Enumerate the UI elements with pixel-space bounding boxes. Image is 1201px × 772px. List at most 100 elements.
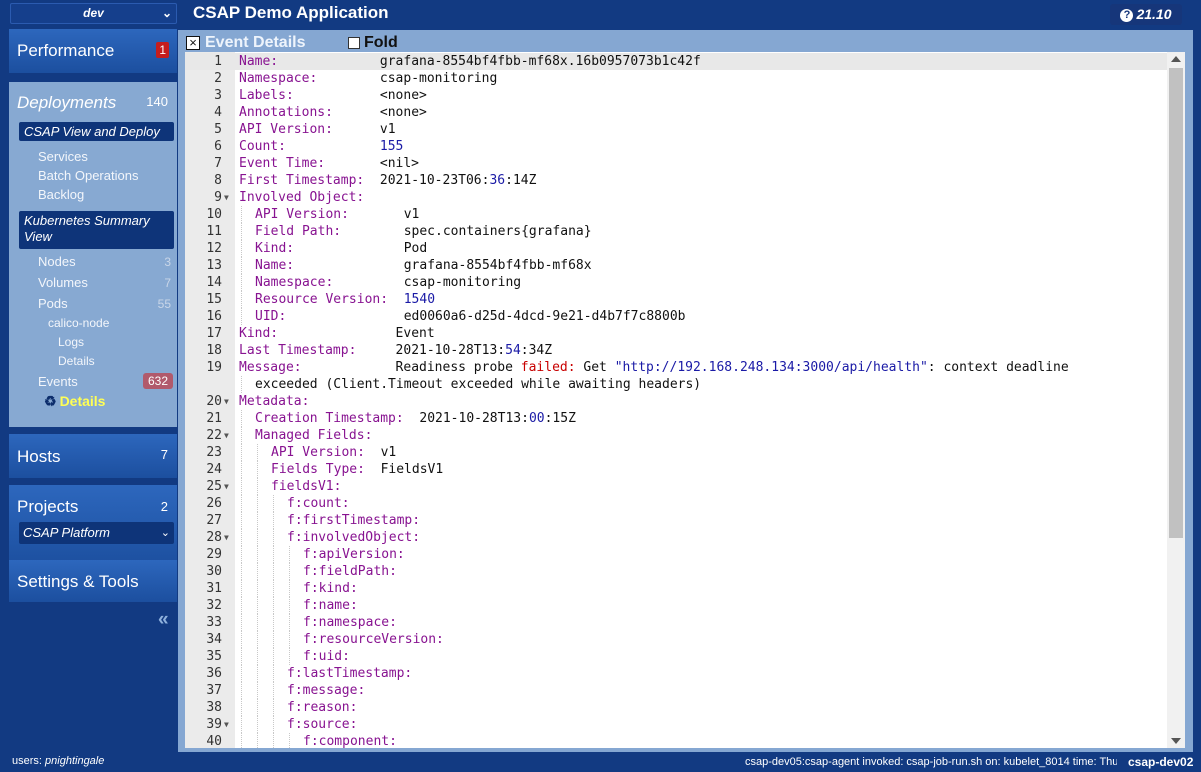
nav-hosts[interactable]: Hosts 7 [9, 434, 177, 478]
users-label: users: [12, 755, 42, 767]
code-line: exceeded (Client.Timeout exceeded while … [185, 376, 1167, 393]
code-token: API Version: [239, 122, 333, 137]
line-number: 4 [214, 105, 222, 120]
code-text: Managed Fields: [255, 427, 372, 444]
fold-toggle-icon[interactable]: ▼ [224, 716, 229, 733]
volumes-link[interactable]: Volumes [38, 275, 88, 290]
scrollbar-thumb[interactable] [1169, 68, 1183, 538]
volumes-count: 7 [164, 276, 171, 290]
indent-guide [241, 410, 242, 427]
code-line: 15 Resource Version: 1540 [185, 291, 1167, 308]
code-token: Count: [239, 139, 286, 154]
nav-performance[interactable]: Performance 1 [9, 29, 177, 73]
code-token: f:firstTimestamp: [287, 513, 421, 528]
scroll-up-icon[interactable] [1171, 56, 1181, 62]
indent-guide [241, 682, 242, 699]
csap-view-deploy-link[interactable]: CSAP View and Deploy [19, 122, 174, 141]
code-token: f:lastTimestamp: [287, 666, 413, 681]
help-version-button[interactable]: ? 21.10 [1110, 4, 1182, 25]
line-number: 32 [206, 598, 222, 613]
events-count-badge: 632 [142, 373, 173, 389]
code-token: f:source: [287, 717, 358, 732]
fold-toggle-icon[interactable]: ▼ [224, 393, 229, 410]
code-text: fieldsV1: [271, 478, 341, 495]
code-line: 14 Namespace: csap-monitoring [185, 274, 1167, 291]
code-line: 39 ▼ f:source: [185, 716, 1167, 733]
indent-guide [241, 529, 242, 546]
nav-performance-label: Performance [17, 41, 115, 60]
indent-guide [273, 665, 274, 682]
collapse-sidebar-icon[interactable]: « [158, 609, 169, 631]
pod-details-link[interactable]: Details [58, 354, 95, 368]
projects-count: 2 [160, 499, 168, 514]
indent-guide [273, 699, 274, 716]
services-link[interactable]: Services [38, 149, 88, 164]
code-line: 17 Kind: Event [185, 325, 1167, 342]
code-text: f:involvedObject: [287, 529, 420, 546]
code-text: Last Timestamp: 2021-10-28T13:54:34Z [239, 342, 552, 359]
nav-projects-label[interactable]: Projects [17, 497, 78, 517]
code-token: f:resourceVersion: [303, 632, 444, 647]
pods-link[interactable]: Pods [38, 296, 68, 311]
code-token: Message: [239, 360, 302, 375]
fold-toggle-icon[interactable]: ▼ [224, 427, 229, 444]
indent-guide [257, 716, 258, 733]
code-token: 2021-10-23T06: [364, 173, 490, 188]
indent-guide [241, 733, 242, 748]
nav-settings-label: Settings & Tools [17, 572, 139, 591]
code-editor[interactable]: 1 Name: grafana-8554bf4fbb-mf68x.16b09570… [185, 52, 1185, 748]
code-text: f:fieldPath: [303, 563, 397, 580]
code-token: Pod [294, 241, 428, 256]
code-token: 2021-10-28T13: [403, 411, 529, 426]
events-details-link[interactable]: ♻ Details [44, 393, 105, 410]
fold-toggle-icon[interactable]: ▼ [224, 478, 229, 495]
indent-guide [241, 597, 242, 614]
indent-guide [257, 699, 258, 716]
code-line: 38 f:reason: [185, 699, 1167, 716]
environment-select-value: dev [83, 6, 104, 20]
fold-label[interactable]: Fold [364, 34, 398, 52]
kubernetes-summary-link[interactable]: Kubernetes Summary View [19, 211, 174, 249]
code-token: Last Timestamp: [239, 343, 357, 358]
code-line: 37 f:message: [185, 682, 1167, 699]
backlog-link[interactable]: Backlog [38, 187, 84, 202]
code-line: 11 Field Path: spec.containers{grafana} [185, 223, 1167, 240]
nodes-count: 3 [164, 255, 171, 269]
environment-select[interactable]: dev ⌄ [10, 3, 177, 24]
fold-checkbox[interactable] [348, 37, 360, 49]
nav-deployments-label[interactable]: Deployments [17, 93, 116, 113]
close-icon[interactable]: × [186, 36, 200, 50]
code-token: Involved Object: [239, 190, 365, 205]
fold-toggle-icon[interactable]: ▼ [224, 529, 229, 546]
code-token: f:apiVersion: [303, 547, 405, 562]
indent-guide [241, 444, 242, 461]
indent-guide [273, 597, 274, 614]
code-text: Kind: Event [239, 325, 435, 342]
recycle-icon: ♻ [44, 393, 57, 409]
code-token: FieldsV1 [364, 462, 444, 477]
code-line: 34 f:resourceVersion: [185, 631, 1167, 648]
code-token: Event Time: [239, 156, 326, 171]
vertical-scrollbar[interactable] [1167, 52, 1185, 748]
calico-node-link[interactable]: calico-node [48, 316, 109, 330]
line-number: 34 [206, 632, 222, 647]
project-select[interactable]: CSAP Platform ⌄ [19, 522, 174, 544]
code-token: 2021-10-28T13: [356, 343, 506, 358]
pod-logs-link[interactable]: Logs [58, 335, 84, 349]
indent-guide [241, 699, 242, 716]
code-text: f:firstTimestamp: [287, 512, 420, 529]
nav-settings-tools[interactable]: Settings & Tools [9, 560, 177, 602]
code-line: 16 UID: ed0060a6-d25d-4dcd-9e21-d4b7f7c88… [185, 308, 1167, 325]
events-link[interactable]: Events [38, 374, 78, 389]
batch-operations-link[interactable]: Batch Operations [38, 168, 138, 183]
deployments-count: 140 [146, 94, 168, 109]
nodes-link[interactable]: Nodes [38, 254, 76, 269]
indent-guide [257, 546, 258, 563]
indent-guide [241, 665, 242, 682]
fold-toggle-icon[interactable]: ▼ [224, 189, 229, 206]
indent-guide [241, 274, 242, 291]
indent-guide [241, 716, 242, 733]
code-text: Count: 155 [239, 138, 403, 155]
scroll-down-icon[interactable] [1171, 738, 1181, 744]
project-select-value: CSAP Platform [23, 525, 110, 540]
